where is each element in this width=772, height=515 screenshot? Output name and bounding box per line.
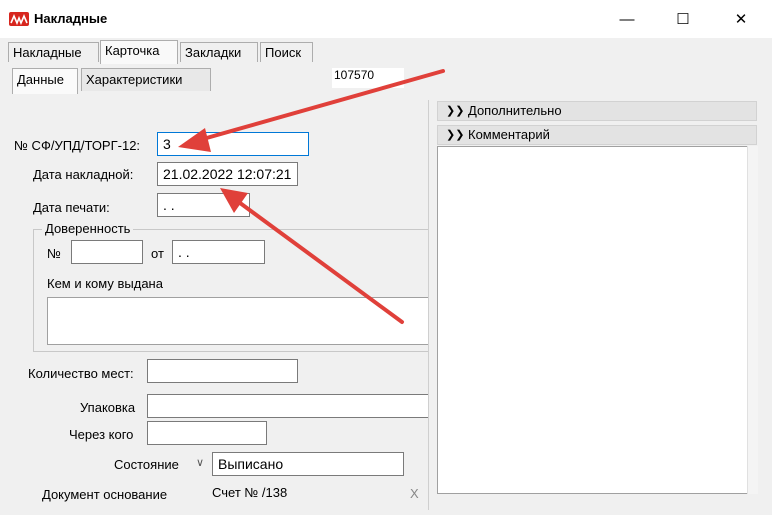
power-number-input[interactable] bbox=[71, 240, 143, 264]
places-input[interactable] bbox=[147, 359, 298, 383]
issued-textarea[interactable] bbox=[47, 297, 429, 345]
close-button[interactable]: ✕ bbox=[718, 4, 764, 34]
tab-invoices[interactable]: Накладные bbox=[8, 42, 99, 62]
power-number-label: № bbox=[47, 246, 61, 261]
double-chevron-down-icon: ❯❯ bbox=[446, 129, 465, 141]
print-date-label: Дата печати: bbox=[33, 200, 110, 215]
state-label: Состояние bbox=[114, 457, 179, 472]
basis-clear-button[interactable]: X bbox=[410, 486, 419, 501]
power-date-input[interactable]: . . bbox=[172, 240, 265, 264]
subtab-characteristics[interactable]: Характеристики bbox=[81, 68, 211, 91]
via-input[interactable] bbox=[147, 421, 267, 445]
invoice-date-label: Дата накладной: bbox=[33, 167, 134, 182]
additional-section-title: Дополнительно bbox=[468, 103, 562, 118]
comment-section-header[interactable]: ❯❯ Комментарий bbox=[437, 125, 757, 145]
power-from-label: от bbox=[151, 246, 164, 261]
print-date-input[interactable]: . . bbox=[157, 193, 250, 217]
tab-card[interactable]: Карточка bbox=[100, 40, 178, 64]
basis-label: Документ основание bbox=[42, 487, 168, 502]
via-label: Через кого bbox=[69, 427, 134, 442]
comment-scrollbar[interactable] bbox=[747, 146, 758, 494]
subtab-data[interactable]: Данные bbox=[12, 68, 78, 94]
power-of-attorney-title: Доверенность bbox=[42, 221, 134, 236]
invoice-date-input[interactable]: 21.02.2022 12:07:21 bbox=[157, 162, 298, 186]
title-bar bbox=[0, 0, 772, 38]
invoice-number-label: № СФ/УПД/ТОРГ-12: bbox=[14, 138, 141, 153]
basis-value[interactable]: Счет № /138 bbox=[212, 485, 287, 500]
tab-search[interactable]: Поиск bbox=[260, 42, 313, 62]
issued-label: Кем и кому выдана bbox=[47, 276, 163, 291]
state-select[interactable]: Выписано bbox=[212, 452, 404, 476]
minimize-button[interactable]: — bbox=[604, 4, 650, 34]
comment-section-title: Комментарий bbox=[468, 127, 550, 142]
additional-section-header[interactable]: ❯❯ Дополнительно bbox=[437, 101, 757, 121]
window-title: Накладные bbox=[34, 11, 108, 26]
places-label: Количество мест: bbox=[28, 366, 134, 381]
app-logo-icon bbox=[9, 12, 29, 26]
comment-textarea[interactable] bbox=[437, 146, 757, 494]
invoice-number-input[interactable]: 3 bbox=[157, 132, 309, 156]
state-dropdown-chevron-icon[interactable]: ∨ bbox=[190, 452, 210, 474]
packing-label: Упаковка bbox=[80, 400, 136, 415]
maximize-button[interactable]: ☐ bbox=[660, 4, 706, 34]
double-chevron-down-icon: ❯❯ bbox=[446, 105, 465, 117]
tab-bookmarks[interactable]: Закладки bbox=[180, 42, 258, 62]
packing-input[interactable] bbox=[147, 394, 429, 418]
record-number: 107570 bbox=[332, 68, 404, 88]
